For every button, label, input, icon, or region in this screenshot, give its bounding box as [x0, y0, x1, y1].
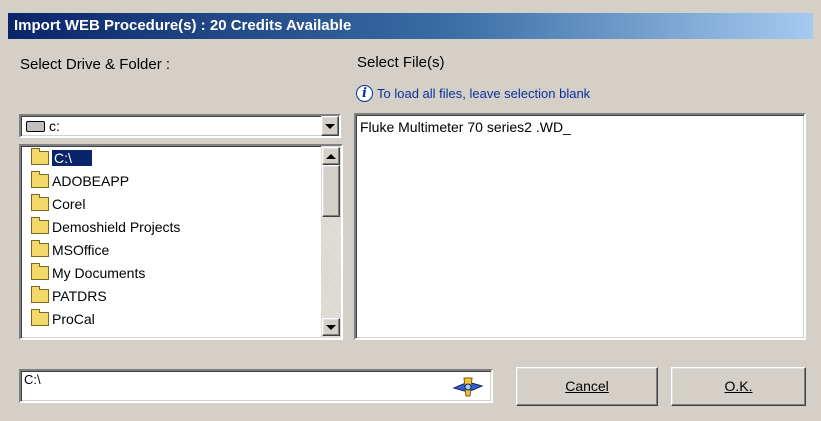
ok-button[interactable]: O.K.: [671, 367, 806, 406]
folder-item[interactable]: PATDRS: [25, 286, 315, 306]
open-folder-icon: [31, 148, 49, 166]
title-bar: Import WEB Procedure(s) : 20 Credits Ava…: [8, 13, 813, 39]
ok-label: O.K.: [724, 378, 753, 394]
path-value: C:\: [24, 372, 41, 387]
chevron-up-icon: [326, 153, 336, 159]
drive-value: c:: [49, 118, 60, 134]
info-line: i To load all files, leave selection bla…: [356, 83, 590, 103]
path-field[interactable]: C:\: [19, 369, 493, 403]
info-icon: i: [356, 84, 373, 102]
folder-label: Corel: [52, 196, 86, 212]
folder-label: PATDRS: [52, 288, 107, 304]
scroll-up-button[interactable]: [322, 147, 340, 165]
file-list[interactable]: Fluke Multimeter 70 series2 .WD_: [354, 113, 806, 340]
scroll-thumb[interactable]: [322, 165, 340, 217]
folder-label: C:\: [52, 150, 92, 166]
folder-icon: [31, 263, 49, 281]
cancel-button[interactable]: Cancel: [516, 367, 658, 406]
chevron-down-icon: [325, 123, 335, 129]
folder-icon: [31, 217, 49, 235]
chevron-down-icon: [326, 324, 336, 330]
drive-folder-label: Select Drive & Folder :: [20, 56, 171, 73]
dialog-title: Import WEB Procedure(s) : 20 Credits Ava…: [14, 17, 352, 34]
folder-item[interactable]: MSOffice: [25, 240, 315, 260]
folder-icon: [31, 171, 49, 189]
file-items: Fluke Multimeter 70 series2 .WD_: [360, 117, 571, 137]
folder-label: My Documents: [52, 265, 146, 281]
folder-icon: [31, 240, 49, 258]
folder-icon: [31, 309, 49, 327]
import-dialog: Import WEB Procedure(s) : 20 Credits Ava…: [0, 0, 821, 421]
drive-combo[interactable]: c:: [19, 114, 341, 138]
folder-icon: [31, 194, 49, 212]
folder-item[interactable]: ProCal: [25, 309, 315, 329]
folder-item[interactable]: Corel: [25, 194, 315, 214]
folder-label: MSOffice: [52, 242, 110, 258]
folder-item[interactable]: ADOBEAPP: [25, 171, 315, 191]
folder-scrollbar[interactable]: [321, 146, 341, 338]
folder-items: C:\ ADOBEAPP Corel Demoshield Projects MSOff…: [21, 148, 315, 338]
folder-icon: [31, 286, 49, 304]
folder-label: Demoshield Projects: [52, 219, 181, 235]
network-icon[interactable]: [452, 376, 486, 398]
select-files-label: Select File(s): [357, 54, 445, 71]
folder-item[interactable]: C:\: [25, 148, 315, 168]
scroll-down-button[interactable]: [322, 318, 340, 336]
info-text: To load all files, leave selection blank: [377, 85, 591, 101]
folder-label: ADOBEAPP: [52, 173, 130, 189]
cancel-label: Cancel: [565, 378, 609, 394]
folder-list[interactable]: C:\ ADOBEAPP Corel Demoshield Projects MSOff…: [19, 144, 343, 340]
file-item[interactable]: Fluke Multimeter 70 series2 .WD_: [360, 117, 571, 137]
folder-item[interactable]: My Documents: [25, 263, 315, 283]
folder-label: ProCal: [52, 311, 95, 327]
drive-dropdown-button[interactable]: [321, 116, 339, 136]
drive-icon: [26, 121, 45, 132]
folder-item[interactable]: Demoshield Projects: [25, 217, 315, 237]
